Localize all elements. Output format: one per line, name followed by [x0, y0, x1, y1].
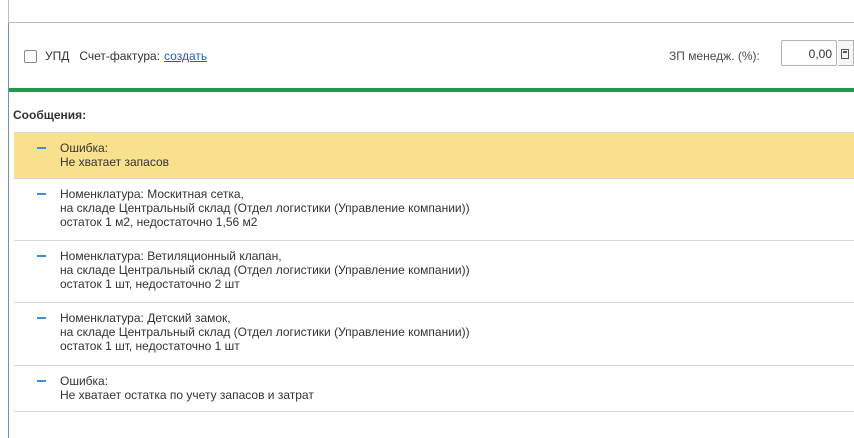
message-line: Ошибка:: [60, 141, 109, 155]
message-item[interactable]: Номенклатура: Москитная сетка, на складе…: [14, 179, 854, 241]
message-item[interactable]: Номенклатура: Ветиляционный клапан, на с…: [14, 241, 854, 303]
comment-field[interactable]: [8, 0, 854, 23]
calculator-button[interactable]: [838, 40, 854, 66]
form-left-border: [8, 0, 9, 438]
message-line: на складе Центральный склад (Отдел логис…: [60, 325, 470, 339]
message-line: Не хватает запасов: [60, 155, 169, 169]
minus-icon: [37, 317, 46, 319]
messages-title: Сообщения:: [13, 108, 87, 122]
message-line: Ошибка:: [60, 374, 109, 388]
upd-row: УПД Счет-фактура: создать: [24, 47, 207, 65]
message-line: Номенклатура: Детский замок,: [60, 311, 231, 325]
upd-checkbox[interactable]: [24, 49, 37, 63]
minus-icon: [37, 147, 46, 149]
message-item[interactable]: Номенклатура: Детский замок, на складе Ц…: [14, 303, 854, 366]
message-item[interactable]: Ошибка: Не хватает запасов: [14, 133, 854, 179]
message-line: Номенклатура: Ветиляционный клапан,: [60, 249, 282, 263]
message-line: Не хватает остатка по учету запасов и за…: [60, 388, 314, 402]
message-line: остаток 1 шт, недостаточно 1 шт: [60, 339, 240, 353]
calculator-icon: [841, 49, 849, 59]
manager-salary-input[interactable]: 0,00: [781, 40, 837, 66]
message-line: Номенклатура: Москитная сетка,: [60, 187, 244, 201]
message-line: остаток 1 шт, недостаточно 2 шт: [60, 277, 240, 291]
message-line: остаток 1 м2, недостаточно 1,56 м2: [60, 215, 258, 229]
upd-label: УПД: [45, 49, 70, 63]
minus-icon: [37, 193, 46, 195]
section-divider: [9, 88, 854, 92]
message-line: на складе Центральный склад (Отдел логис…: [60, 201, 470, 215]
minus-icon: [37, 380, 46, 382]
manager-salary-label: ЗП менедж. (%):: [669, 49, 760, 63]
message-line: на складе Центральный склад (Отдел логис…: [60, 263, 470, 277]
document-form: УПД Счет-фактура: создать ЗП менедж. (%)…: [0, 0, 854, 438]
message-item[interactable]: Ошибка: Не хватает остатка по учету запа…: [14, 366, 854, 412]
minus-icon: [37, 255, 46, 257]
invoice-label: Счет-фактура:: [79, 49, 161, 63]
messages-list: Ошибка: Не хватает запасов Номенклатура:…: [14, 132, 854, 412]
create-invoice-link[interactable]: создать: [164, 49, 207, 63]
